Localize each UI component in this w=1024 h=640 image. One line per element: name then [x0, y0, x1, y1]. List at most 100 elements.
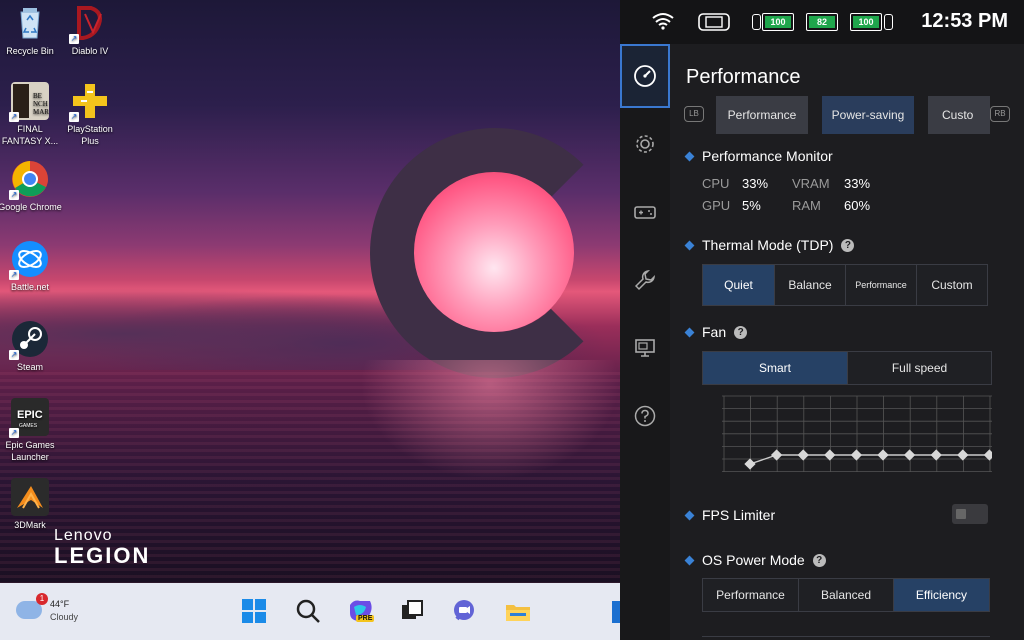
weather-widget[interactable]: 1 44°F Cloudy: [16, 593, 96, 629]
thermal-option-balance[interactable]: Balance: [775, 265, 846, 305]
shortcut-arrow-icon: ↗: [9, 270, 19, 280]
playstation-plus-icon: ↗: [69, 82, 109, 122]
legion-space-panel: 100 82 100 12:53 PM Performance LB Perfo…: [620, 0, 1024, 640]
desktop-icon-google-chrome[interactable]: ↗ Google Chrome: [0, 160, 62, 213]
fan-curve-chart[interactable]: [722, 394, 992, 474]
section-thermal-mode: Thermal Mode (TDP) ?: [684, 237, 855, 253]
fan-option-full-speed[interactable]: Full speed: [848, 352, 991, 384]
taskbar: 1 44°F Cloudy PRE: [0, 583, 620, 640]
legion-logo: Lenovo LEGION: [54, 528, 150, 568]
desktop-icon-label: Epic Games Launcher: [5, 440, 55, 462]
help-icon[interactable]: ?: [812, 553, 826, 567]
battery-right-controller: 100: [840, 13, 896, 31]
nav-settings[interactable]: [620, 112, 670, 176]
question-icon: [634, 405, 656, 427]
vram-value: 33%: [844, 176, 871, 191]
logo-line1: Lenovo: [54, 527, 113, 544]
battery-left-controller: 100: [752, 13, 800, 31]
wifi-icon: [652, 13, 674, 30]
section-title: OS Power Mode: [702, 552, 805, 568]
os-power-mode-selector: Performance Balanced Efficiency: [702, 578, 990, 612]
desktop-icon-label: Battle.net: [10, 282, 50, 292]
page-title: Performance: [686, 66, 801, 88]
section-title: FPS Limiter: [702, 507, 776, 523]
help-icon[interactable]: ?: [734, 325, 748, 339]
toggle-knob: [956, 509, 966, 519]
epic-games-icon: EPIC GAMES ↗: [9, 398, 49, 438]
fan-curve-point[interactable]: [744, 458, 756, 470]
svg-text:EPIC: EPIC: [17, 409, 43, 421]
ram-value: 60%: [844, 198, 871, 213]
desktop-icon-3dmark[interactable]: 3DMark: [0, 478, 62, 531]
nav-controller[interactable]: [620, 180, 670, 244]
fan-option-smart[interactable]: Smart: [703, 352, 848, 384]
nav-display[interactable]: [620, 316, 670, 380]
shortcut-arrow-icon: ↗: [9, 190, 19, 200]
section-title: Fan: [702, 324, 727, 340]
lb-button-hint: LB: [684, 106, 704, 122]
diablo-icon: ↗: [69, 4, 109, 44]
gpu-value: 5%: [742, 198, 761, 213]
windows-icon: [242, 599, 266, 623]
fan-mode-selector: Smart Full speed: [702, 351, 992, 385]
search-button[interactable]: [294, 597, 322, 625]
mode-tab-power-saving[interactable]: Power-saving: [822, 96, 914, 134]
folder-icon: [506, 605, 530, 621]
taskbar-app-edge[interactable]: [612, 601, 620, 623]
preview-badge: PRE: [356, 615, 375, 622]
section-fps-limiter: FPS Limiter: [684, 507, 776, 523]
desktop-icon-steam[interactable]: ↗ Steam: [0, 320, 62, 373]
cpu-label: CPU: [702, 176, 730, 191]
gamepad-icon: [634, 206, 656, 219]
fps-limiter-toggle[interactable]: [952, 504, 988, 524]
desktop-icon-playstation-plus[interactable]: ↗ PlayStation Plus: [58, 82, 122, 147]
task-view-button[interactable]: [398, 597, 426, 625]
shortcut-arrow-icon: ↗: [69, 112, 79, 122]
os-power-option-performance[interactable]: Performance: [703, 579, 799, 611]
teams-button[interactable]: [450, 597, 478, 625]
desktop-icon-label: Steam: [16, 362, 43, 372]
clock: 12:53 PM: [921, 10, 1008, 32]
teams-chat-icon: [454, 600, 474, 621]
copilot-button[interactable]: PRE: [346, 597, 375, 625]
battery-device-value: 82: [809, 16, 835, 28]
desktop-icon-diablo[interactable]: ↗ Diablo IV: [58, 4, 122, 57]
start-button[interactable]: [240, 597, 268, 625]
gpu-label: GPU: [702, 198, 731, 213]
file-explorer-button[interactable]: [504, 597, 532, 625]
diamond-bullet-icon: [684, 327, 695, 337]
os-power-option-efficiency[interactable]: Efficiency: [894, 579, 989, 611]
nav-help[interactable]: [620, 384, 670, 448]
thermal-option-performance[interactable]: Performance: [846, 265, 917, 305]
search-icon: [296, 599, 320, 623]
diamond-bullet-icon: [684, 510, 695, 520]
shortcut-arrow-icon: ↗: [9, 350, 19, 360]
mode-tab-performance[interactable]: Performance: [716, 96, 808, 134]
svg-text:GAMES: GAMES: [19, 423, 38, 429]
desktop-icon-label: Diablo IV: [71, 46, 109, 56]
nav-tools[interactable]: [620, 248, 670, 312]
thermal-option-custom[interactable]: Custom: [917, 265, 987, 305]
desktop-icon-recycle-bin[interactable]: Recycle Bin: [0, 4, 62, 57]
mode-tab-custom[interactable]: Custo: [928, 96, 990, 134]
help-icon[interactable]: ?: [841, 238, 855, 252]
svg-text:NCH: NCH: [33, 100, 48, 108]
status-bar: 100 82 100 12:53 PM: [620, 0, 1024, 44]
svg-text:BE: BE: [33, 92, 42, 100]
chrome-icon: ↗: [9, 160, 49, 200]
nav-performance[interactable]: [620, 44, 670, 108]
desktop-icon-epic-games[interactable]: EPIC GAMES ↗ Epic Games Launcher: [0, 398, 62, 463]
steam-icon: ↗: [9, 320, 49, 360]
speedometer-icon: [634, 65, 656, 87]
desktop-icon-battle-net[interactable]: ↗ Battle.net: [0, 240, 62, 293]
thermal-option-quiet[interactable]: Quiet: [703, 265, 775, 305]
rb-button-hint: RB: [990, 106, 1010, 122]
section-title: Performance Monitor: [702, 148, 833, 164]
os-power-option-balanced[interactable]: Balanced: [799, 579, 894, 611]
handheld-device-icon: [698, 13, 730, 31]
section-title: Thermal Mode (TDP): [702, 237, 834, 253]
diamond-bullet-icon: [684, 555, 695, 565]
desktop-icon-final-fantasy[interactable]: BENCHMARK ↗ FINAL FANTASY X...: [0, 82, 62, 147]
thermal-mode-selector: Quiet Balance Performance Custom: [702, 264, 988, 306]
section-fan: Fan ?: [684, 324, 748, 340]
